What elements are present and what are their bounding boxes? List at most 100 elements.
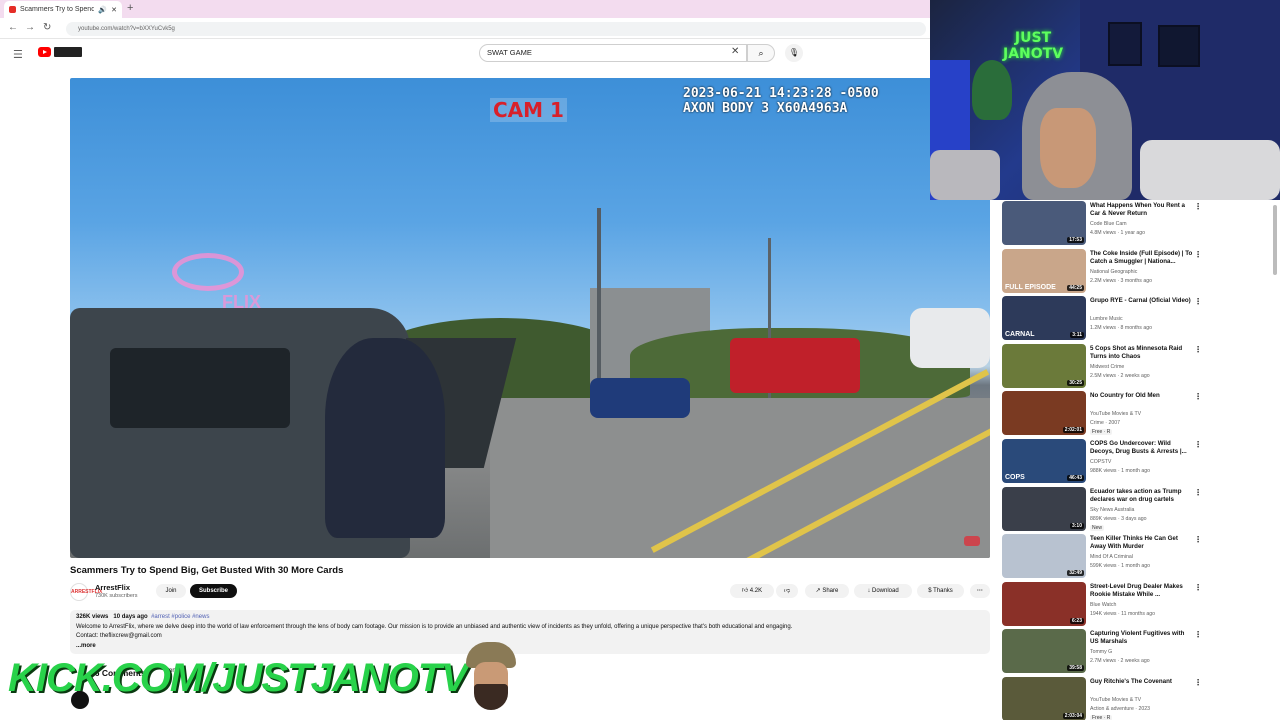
recommended-video[interactable]: CARNAL 3:11 Grupo RYE - Carnal (Oficial Vi… [1002,295,1272,341]
video-thumbnail[interactable]: 30:25 [1002,343,1086,388]
recommended-meta: 2.2M views · 3 months ago [1090,277,1152,284]
video-thumbnail[interactable]: 2:03:04 [1002,677,1086,720]
browser-tab[interactable]: Scammers Try to Spend Big 🔊 ✕ [4,1,122,18]
join-button[interactable]: Join [156,584,186,598]
recommended-video[interactable]: 2:02:01 No Country for Old Men YouTube Mov… [1002,390,1272,436]
recommended-channel[interactable]: Blue Watch [1090,602,1116,608]
audio-icon[interactable]: 🔊 [98,6,107,14]
video-duration: 39:58 [1067,665,1084,672]
video-thumbnail[interactable]: 6:23 [1002,581,1086,626]
channel-avatar[interactable]: ARRESTFLIX [70,583,102,601]
video-thumbnail[interactable]: CARNAL 3:11 [1002,296,1086,341]
show-more-link[interactable]: ...more [76,642,984,652]
subscribe-button[interactable]: Subscribe [190,584,237,598]
search-input[interactable]: SWAT GAME [479,44,747,62]
neon-sign-line-1: JUST [1014,30,1052,46]
more-options-icon[interactable]: ⋮ [1194,345,1202,354]
more-options-icon[interactable]: ⋮ [1194,535,1202,544]
recommended-title[interactable]: What Happens When You Rent a Car & Never… [1090,202,1194,218]
recommended-title[interactable]: Capturing Violent Fugitives with US Mars… [1090,630,1194,646]
video-thumbnail[interactable]: 3:10 [1002,486,1086,531]
more-actions-button[interactable]: ··· [970,584,990,598]
recommended-title[interactable]: Ecuador takes action as Trump declares w… [1090,488,1194,504]
video-thumbnail[interactable]: 39:58 [1002,629,1086,674]
recommended-channel[interactable]: Lumbre Music [1090,316,1123,322]
video-player[interactable]: CAM 1 2023-06-21 14:23:28 -0500 AXON BOD… [70,78,990,558]
clear-search-icon[interactable]: ✕ [731,46,739,57]
recommended-channel[interactable]: YouTube Movies & TV [1090,697,1141,703]
new-tab-button[interactable]: + [127,2,133,14]
recommended-title[interactable]: Grupo RYE - Carnal (Oficial Video) [1090,297,1194,305]
recommended-video[interactable]: 39:58 Capturing Violent Fugitives with US… [1002,628,1272,674]
video-thumbnail[interactable]: COPS 46:43 [1002,439,1086,483]
recommended-channel[interactable]: Code Blue Cam [1090,221,1127,227]
search-icon[interactable]: ⌕ [747,44,775,62]
tab-close-icon[interactable]: ✕ [111,6,117,14]
recommended-video[interactable]: FULL EPISODE 44:25 The Coke Inside (Full E… [1002,248,1272,294]
recommended-channel[interactable]: YouTube Movies & TV [1090,411,1141,417]
share-button[interactable]: ↗ Share [805,584,849,598]
thanks-button[interactable]: $ Thanks [917,584,964,598]
youtube-logo-icon[interactable] [38,47,51,57]
video-thumbnail[interactable]: 17:53 [1002,201,1086,245]
recommended-title[interactable]: The Coke Inside (Full Episode) | To Catc… [1090,250,1194,266]
recommended-meta: 4.8M views · 1 year ago [1090,230,1146,236]
recommended-channel[interactable]: Tommy G [1090,649,1112,655]
microphone-icon[interactable]: 🎙 [785,44,803,62]
recommended-channel[interactable]: Sky News Australia [1090,507,1134,513]
more-options-icon[interactable]: ⋮ [1194,392,1202,401]
video-thumbnail[interactable]: 32:49 [1002,534,1086,579]
hashtags[interactable]: #arrest #police #news [151,614,209,620]
browser-tab-bar [0,0,930,18]
video-badge: Free · R [1090,429,1113,436]
white-car [910,308,990,368]
recommended-video[interactable]: 6:23 Street-Level Drug Dealer Makes Rooki… [1002,581,1272,627]
recommended-channel[interactable]: Midwest Crime [1090,364,1124,370]
video-thumbnail[interactable]: 2:02:01 [1002,391,1086,436]
more-options-icon[interactable]: ⋮ [1194,250,1202,259]
thumbs-up-icon: 👍︎ [741,588,749,594]
dislike-button[interactable]: 👎︎ [776,584,798,598]
description-box[interactable]: 326K views 10 days ago #arrest #police #… [70,610,990,654]
more-options-icon[interactable]: ⋮ [1194,297,1202,306]
like-button[interactable]: 👍︎ 4.2K [730,584,774,598]
channel-watermark-icon[interactable] [964,536,980,546]
back-icon[interactable]: ← [8,22,18,33]
recommended-title[interactable]: No Country for Old Men [1090,392,1194,400]
recommended-video[interactable]: 3:10 Ecuador takes action as Trump declar… [1002,486,1272,532]
menu-icon[interactable]: ☰ [13,48,23,61]
video-duration: 3:10 [1069,522,1084,529]
recommended-video[interactable]: 30:25 5 Cops Shot as Minnesota Raid Turns… [1002,343,1272,389]
thumbnail-text: FULL EPISODE [1005,283,1056,291]
recommended-channel[interactable]: National Geographic [1090,269,1137,275]
url-input[interactable]: youtube.com/watch?v=bXXYuCvk5g [66,22,926,36]
wall-frame [1158,25,1200,67]
video-thumbnail[interactable]: FULL EPISODE 44:25 [1002,248,1086,293]
recommended-title[interactable]: Guy Ritchie's The Covenant [1090,678,1194,686]
more-options-icon[interactable]: ⋮ [1194,583,1202,592]
commenter-avatar [71,691,89,709]
download-button[interactable]: ↓ Download [854,584,912,598]
recommended-video[interactable]: 2:03:04 Guy Ritchie's The Covenant YouTube… [1002,676,1272,720]
recommended-video[interactable]: COPS 46:43 COPS Go Undercover: Wild Decoys… [1002,438,1272,484]
recommended-title[interactable]: Teen Killer Thinks He Can Get Away With … [1090,535,1194,551]
more-options-icon[interactable]: ⋮ [1194,488,1202,497]
recommended-title[interactable]: 5 Cops Shot as Minnesota Raid Turns into… [1090,345,1194,361]
recommended-video[interactable]: 17:53 What Happens When You Rent a Car & … [1002,200,1272,246]
more-options-icon[interactable]: ⋮ [1194,630,1202,639]
more-options-icon[interactable]: ⋮ [1194,440,1202,449]
scrollbar[interactable] [1273,205,1277,275]
forward-icon[interactable]: → [25,22,35,33]
recommended-title[interactable]: Street-Level Drug Dealer Makes Rookie Mi… [1090,583,1194,599]
channel-name[interactable]: ArrestFlix [95,583,130,592]
video-duration: 3:11 [1070,332,1084,339]
recommended-title[interactable]: COPS Go Undercover: Wild Decoys, Drug Bu… [1090,440,1194,456]
more-options-icon[interactable]: ⋮ [1194,678,1202,687]
neon-sign: JUST JANOTV [1003,30,1063,62]
reload-icon[interactable]: ↻ [43,22,51,33]
more-options-icon[interactable]: ⋮ [1194,202,1202,211]
recommended-video[interactable]: 32:49 Teen Killer Thinks He Can Get Away … [1002,533,1272,579]
recommended-channel[interactable]: Mind Of A Criminal [1090,554,1133,560]
youtube-wordmark[interactable] [54,47,82,57]
recommended-channel[interactable]: COPSTV [1090,459,1111,465]
